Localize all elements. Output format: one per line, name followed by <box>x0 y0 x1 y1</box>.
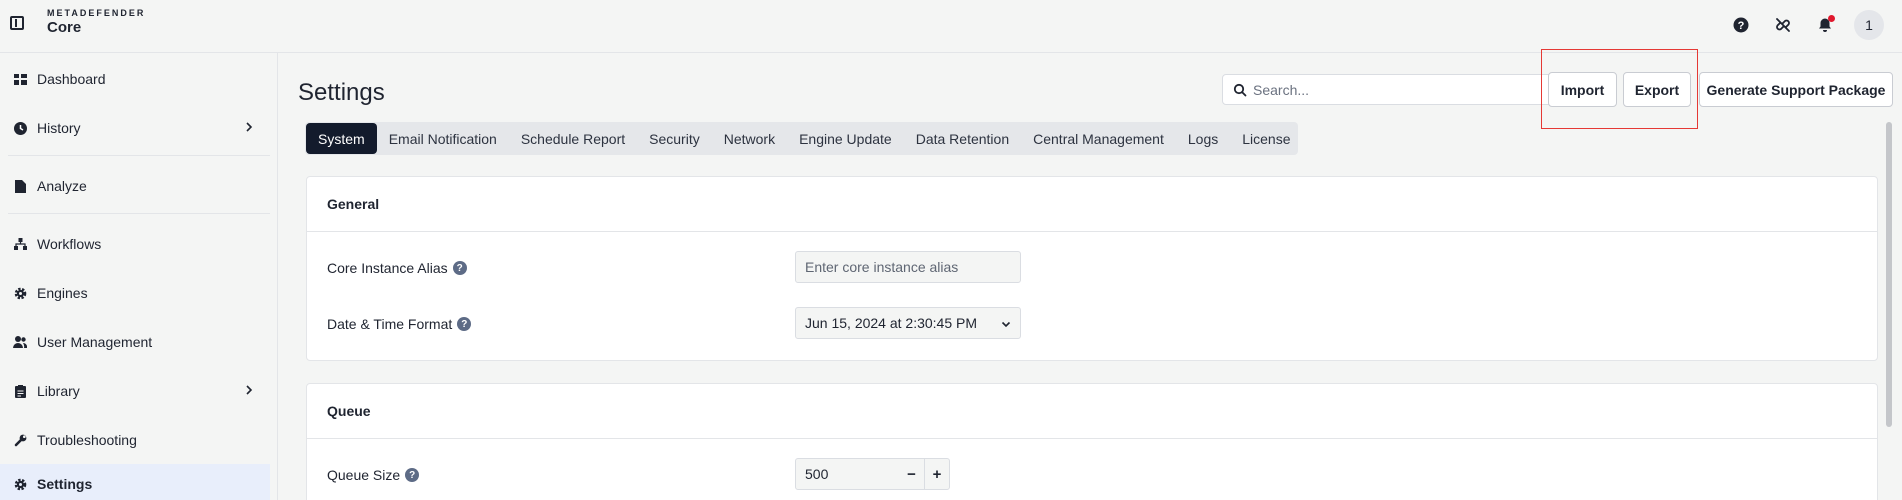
header-actions: ? 1 <box>1728 10 1884 40</box>
sidebar-item-engines[interactable]: Engines <box>0 275 270 311</box>
dashboard-icon <box>13 72 27 86</box>
brand-name: METADEFENDER <box>47 8 146 18</box>
core-instance-alias-text: Core Instance Alias <box>327 260 448 276</box>
date-time-format-text: Date & Time Format <box>327 316 453 332</box>
tab-logs[interactable]: Logs <box>1176 123 1230 154</box>
sidebar-item-analyze[interactable]: Analyze <box>0 168 270 204</box>
chevron-right-icon <box>242 383 256 397</box>
sidebar-item-label: History <box>37 120 81 136</box>
chevron-down-icon <box>1000 317 1012 329</box>
sidebar-item-settings[interactable]: Settings <box>0 464 270 500</box>
sidebar: Dashboard History Analyze Workflows Engi… <box>0 53 278 500</box>
clipboard-icon <box>13 384 27 398</box>
sidebar-item-label: Engines <box>37 285 88 301</box>
sidebar-item-label: Troubleshooting <box>37 432 137 448</box>
sidebar-item-workflows[interactable]: Workflows <box>0 226 270 262</box>
gear-icon <box>13 477 27 491</box>
core-instance-alias-label: Core Instance Alias ? <box>327 260 467 276</box>
tab-network[interactable]: Network <box>712 123 787 154</box>
sidebar-item-troubleshooting[interactable]: Troubleshooting <box>0 422 270 458</box>
queue-card-title: Queue <box>307 384 1877 439</box>
disconnected-plug-icon[interactable] <box>1770 12 1796 38</box>
sidebar-item-user-management[interactable]: User Management <box>0 324 270 360</box>
notifications-bell-icon[interactable] <box>1812 12 1838 38</box>
queue-size-value[interactable]: 500 <box>805 466 828 482</box>
brand-product: Core <box>47 19 82 36</box>
sidebar-item-label: Analyze <box>37 178 87 194</box>
sidebar-item-label: Dashboard <box>37 71 106 87</box>
settings-tabs: System Email Notification Schedule Repor… <box>305 122 1298 155</box>
search-box[interactable] <box>1222 74 1552 105</box>
clock-icon <box>13 121 27 135</box>
page-title: Settings <box>298 79 385 106</box>
brand-logo[interactable]: METADEFENDER Core <box>47 8 145 36</box>
queue-card: Queue Queue Size ? 500 − + <box>306 383 1878 500</box>
highlight-box <box>1541 49 1698 129</box>
tab-license[interactable]: License <box>1230 123 1302 154</box>
tab-email-notification[interactable]: Email Notification <box>377 123 509 154</box>
sidebar-item-dashboard[interactable]: Dashboard <box>0 61 270 97</box>
date-time-format-value: Jun 15, 2024 at 2:30:45 PM <box>805 315 978 331</box>
general-card: General Core Instance Alias ? Enter core… <box>306 176 1878 361</box>
top-bar: METADEFENDER Core ? 1 <box>0 0 1902 53</box>
date-time-format-label: Date & Time Format ? <box>327 316 472 332</box>
wrench-icon <box>13 433 27 447</box>
help-icon[interactable]: ? <box>1728 12 1754 38</box>
queue-size-label: Queue Size ? <box>327 467 420 483</box>
date-time-format-select[interactable]: Jun 15, 2024 at 2:30:45 PM <box>795 307 1021 339</box>
users-icon <box>13 335 27 349</box>
svg-text:?: ? <box>1738 20 1745 32</box>
core-instance-alias-input[interactable]: Enter core instance alias <box>795 251 1021 283</box>
user-avatar[interactable]: 1 <box>1854 10 1884 40</box>
general-card-title: General <box>307 177 1877 232</box>
tab-security[interactable]: Security <box>637 123 712 154</box>
sidebar-item-label: Library <box>37 383 80 399</box>
generate-support-package-button[interactable]: Generate Support Package <box>1699 72 1893 107</box>
tab-engine-update[interactable]: Engine Update <box>787 123 904 154</box>
document-icon <box>13 179 27 193</box>
queue-size-text: Queue Size <box>327 467 401 483</box>
sidebar-item-history[interactable]: History <box>0 110 270 146</box>
tab-system[interactable]: System <box>306 123 377 154</box>
gear-icon <box>13 286 27 300</box>
sidebar-item-library[interactable]: Library <box>0 373 270 409</box>
chevron-right-icon <box>242 120 256 134</box>
decrement-button[interactable]: − <box>899 459 924 489</box>
sidebar-item-label: User Management <box>37 334 153 350</box>
queue-size-stepper[interactable]: 500 − + <box>795 458 950 490</box>
sidebar-toggle-icon[interactable] <box>10 16 24 30</box>
tab-central-management[interactable]: Central Management <box>1021 123 1176 154</box>
search-icon <box>1233 83 1247 97</box>
sidebar-divider <box>8 155 270 156</box>
page-scrollbar[interactable] <box>1886 122 1892 427</box>
tab-data-retention[interactable]: Data Retention <box>904 123 1021 154</box>
sidebar-divider <box>8 213 270 214</box>
increment-button[interactable]: + <box>924 459 949 489</box>
workflow-icon <box>13 237 27 251</box>
search-input[interactable] <box>1253 75 1543 104</box>
help-icon[interactable]: ? <box>457 317 472 331</box>
sidebar-item-label: Workflows <box>37 236 102 252</box>
help-icon[interactable]: ? <box>405 468 420 482</box>
sidebar-item-label: Settings <box>37 476 93 492</box>
tab-schedule-report[interactable]: Schedule Report <box>509 123 637 154</box>
notification-badge <box>1828 15 1835 22</box>
help-icon[interactable]: ? <box>452 261 467 275</box>
